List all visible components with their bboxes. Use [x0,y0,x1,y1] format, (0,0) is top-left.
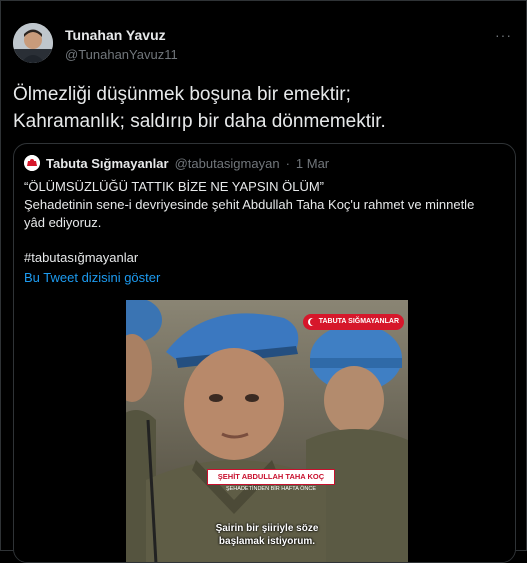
quoted-text-line: “ÖLÜMSÜZLÜĞÜ TATTIK BİZE NE YAPSIN ÖLÜM” [24,179,325,194]
lower-third-name: ŞEHİT ABDULLAH TAHA KOÇ [208,470,334,484]
tweet-card: Tunahan Yavuz @TunahanYavuz11 ··· Ölmezl… [0,0,527,563]
channel-logo: TABUTA SIĞMAYANLAR [302,314,404,330]
subtitle-line: Şairin bir şiiriyle söze [215,523,319,534]
subtitle-line: başlamak istiyorum. [218,536,316,547]
author-avatar[interactable] [13,23,53,63]
quoted-tweet-date[interactable]: 1 Mar [296,156,329,171]
quoted-text-line: Şehadetinin sene-i devriyesinde şehit Ab… [24,197,475,212]
separator-dot: · [285,155,290,171]
channel-logo-text: TABUTA SIĞMAYANLAR [318,318,399,325]
more-horizontal-icon[interactable]: ··· [495,27,512,43]
video-subtitle: Şairin bir şiiriyle söze başlamak istiyo… [162,522,372,548]
author-handle[interactable]: @TunahanYavuz11 [65,47,178,62]
quoted-tweet-header: Tabuta Sığmayanlar @tabutasigmayan · 1 M… [24,154,329,172]
tweet-text-line: Kahramanlık; saldırıp bir daha dönmemekt… [13,111,386,132]
quoted-tweet-text: “ÖLÜMSÜZLÜĞÜ TATTIK BİZE NE YAPSIN ÖLÜM”… [24,178,504,232]
video-frame[interactable]: TABUTA SIĞMAYANLAR ŞEHİT ABDULLAH TAHA K… [126,300,408,562]
tweet-text: Ölmezliği düşünmek boşuna bir emektir; K… [13,81,513,135]
lower-third-caption: ŞEHADETİNDEN BİR HAFTA ÖNCE [225,486,317,492]
tweet-text-line: Ölmezliği düşünmek boşuna bir emektir; [13,84,351,105]
hashtag-link[interactable]: #tabutasığmayanlar [24,250,138,265]
video-player[interactable]: TABUTA SIĞMAYANLAR ŞEHİT ABDULLAH TAHA K… [14,298,515,562]
quoted-author-name[interactable]: Tabuta Sığmayanlar [46,156,169,171]
quoted-author-handle[interactable]: @tabutasigmayan [175,156,280,171]
quoted-text-line: yâd ediyoruz. [24,215,102,230]
show-thread-link[interactable]: Bu Tweet dizisini göster [24,270,160,285]
crescent-icon [307,318,318,326]
quoted-author-avatar[interactable] [24,155,40,171]
quoted-tweet[interactable]: Tabuta Sığmayanlar @tabutasigmayan · 1 M… [13,143,516,563]
author-name[interactable]: Tunahan Yavuz [65,27,166,43]
